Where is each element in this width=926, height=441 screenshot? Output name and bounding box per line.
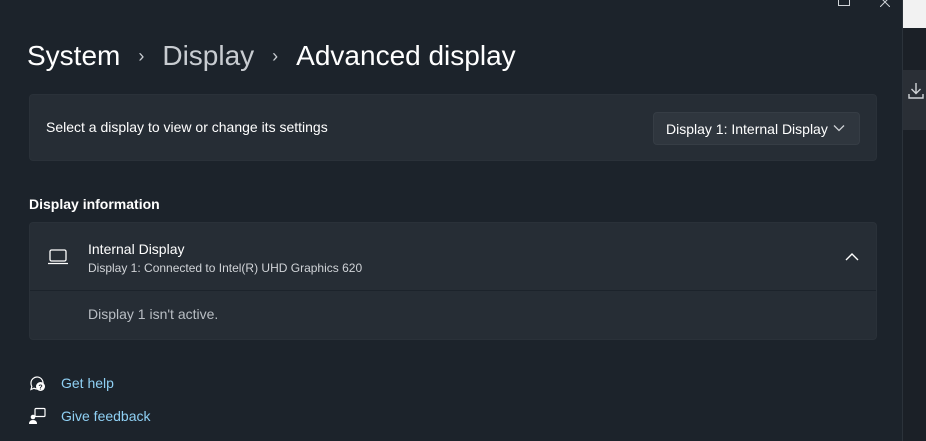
section-header-display-information: Display information [29,196,160,212]
help-icon: ? [30,376,45,391]
close-icon [879,0,891,8]
page-title: Advanced display [296,40,516,71]
feedback-icon [29,407,46,424]
chevron-right-icon: › [138,45,145,66]
background-window-top [903,0,926,28]
laptop-icon [48,249,68,265]
display-select-card: Select a display to view or change its s… [29,94,877,161]
download-button[interactable] [903,70,926,130]
download-icon [908,83,924,99]
chevron-down-icon [833,125,845,132]
give-feedback-label: Give feedback [61,408,151,424]
display-info-header[interactable]: Internal Display Display 1: Connected to… [30,223,876,291]
display-info-card: Internal Display Display 1: Connected to… [29,222,877,340]
display-status: Display 1 isn't active. [88,306,219,322]
close-button[interactable] [879,0,891,8]
chevron-up-icon[interactable] [842,247,862,267]
get-help-link[interactable]: ? Get help [28,374,114,392]
restore-button[interactable] [838,0,850,6]
background-window-strip [902,0,926,441]
display-dropdown-value: Display 1: Internal Display [666,120,828,137]
display-dropdown[interactable]: Display 1: Internal Display [653,112,860,145]
give-feedback-link[interactable]: Give feedback [28,407,151,425]
get-help-label: Get help [61,375,114,391]
breadcrumb-display[interactable]: Display [162,40,254,72]
display-name: Internal Display [88,241,185,257]
breadcrumb-system[interactable]: System [27,40,120,72]
breadcrumb: System › Display › Advanced display [27,36,516,76]
svg-text:?: ? [38,384,42,391]
window-controls [838,0,891,8]
chevron-right-icon: › [272,45,279,66]
display-select-label: Select a display to view or change its s… [46,119,328,135]
settings-window: System › Display › Advanced display Sele… [0,0,902,441]
display-detail: Display 1: Connected to Intel(R) UHD Gra… [88,261,363,275]
